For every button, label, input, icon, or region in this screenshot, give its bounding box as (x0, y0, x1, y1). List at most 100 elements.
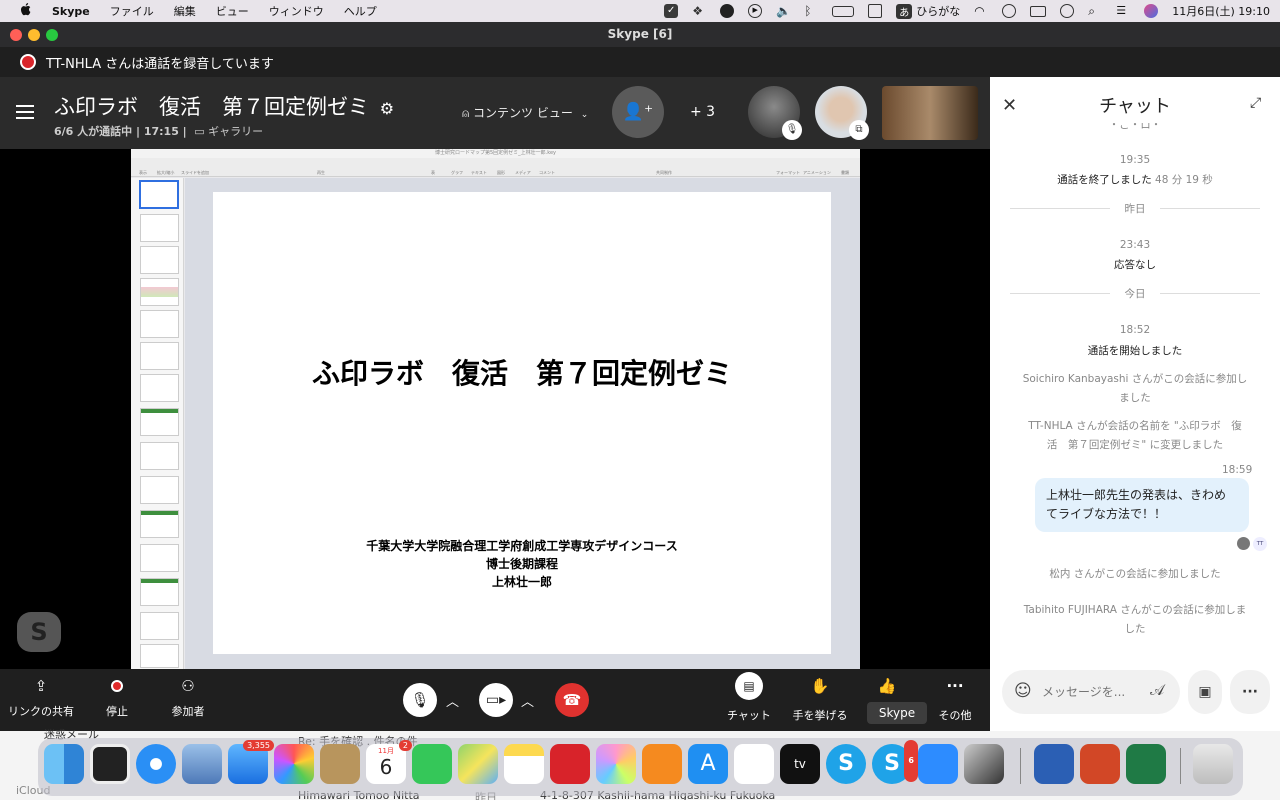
toolbar-shape[interactable]: 図形 (497, 170, 505, 176)
participant-avatar-2[interactable]: ⧉ (815, 86, 869, 140)
camera-button[interactable]: ▭▸ (479, 683, 513, 717)
toolbar-zoom[interactable]: 拡大/縮小 (157, 170, 174, 176)
menu-file[interactable]: ファイル (110, 3, 154, 19)
gallery-icon[interactable]: ▭ (194, 125, 204, 138)
share-link-button[interactable]: ⇪ リンクの共有 (1, 669, 81, 719)
mic-options-chevron-up-icon[interactable]: ︿ (446, 691, 459, 710)
end-call-button[interactable]: ☎ (555, 683, 589, 717)
maps-icon[interactable] (458, 744, 498, 784)
preview-icon[interactable] (182, 744, 222, 784)
checkmark-icon[interactable]: ✓ (664, 4, 679, 18)
toolbar-add-slide[interactable]: スライドを追加 (181, 170, 209, 176)
skype-dock-icon[interactable]: S (826, 744, 866, 784)
toolbar-media[interactable]: メディア (515, 170, 531, 176)
camera-options-chevron-up-icon[interactable]: ︿ (521, 691, 534, 710)
send-image-button[interactable]: ▣ (1188, 670, 1222, 714)
slide-thumbnail[interactable] (140, 510, 179, 538)
powerpoint-icon[interactable] (1080, 744, 1120, 784)
word-icon[interactable] (1034, 744, 1074, 784)
mission-control-icon[interactable] (90, 744, 130, 784)
microphone-button[interactable]: 🎙 (403, 683, 437, 717)
participant-avatar-1[interactable]: 🎙 (748, 86, 802, 140)
toolbar-collaborate[interactable]: 共同制作 (656, 170, 672, 176)
apple-menu[interactable] (20, 2, 32, 20)
emoji-icon[interactable]: ☺ (1014, 681, 1032, 701)
messages-icon[interactable] (412, 744, 452, 784)
mail-icon[interactable]: 3,355 (228, 740, 274, 784)
time-machine-icon[interactable] (1060, 4, 1075, 18)
toolbar-animate[interactable]: アニメーション (803, 170, 831, 176)
menu-window[interactable]: ウィンドウ (269, 3, 324, 19)
volume-icon[interactable]: 🔈 (776, 4, 791, 18)
app-store-icon[interactable]: A (688, 744, 728, 784)
slide-thumbnail[interactable] (140, 408, 179, 436)
slide-thumbnail[interactable] (140, 442, 179, 470)
add-participant-button[interactable]: 👤⁺ (612, 86, 664, 138)
menu-edit[interactable]: 編集 (174, 3, 196, 19)
excel-icon[interactable] (1126, 744, 1166, 784)
safari-icon[interactable] (136, 744, 176, 784)
trash-icon[interactable] (1193, 744, 1233, 784)
minimize-window-button[interactable] (28, 29, 40, 41)
play-icon[interactable]: ▶ (748, 4, 763, 18)
slide-thumbnail[interactable] (140, 612, 179, 640)
slide-thumbnail[interactable] (140, 544, 179, 572)
toolbar-format[interactable]: フォーマット (776, 170, 800, 176)
zoom-icon[interactable] (918, 744, 958, 784)
participants-button[interactable]: ⚇ 参加者 (148, 669, 228, 719)
skype-dock-icon-active[interactable]: S 6 (872, 740, 918, 784)
toolbar-play[interactable]: 再生 (317, 170, 325, 176)
slide-thumbnail[interactable] (139, 180, 179, 209)
toolbar-chart[interactable]: グラフ (451, 170, 463, 176)
dropbox-icon[interactable]: ❖ (692, 4, 706, 18)
keyboard-icon[interactable] (1030, 5, 1047, 17)
content-view-dropdown[interactable]: ⍝ コンテンツ ビュー ⌄ (462, 104, 588, 121)
slide-thumbnail[interactable] (140, 578, 179, 606)
more-options-button[interactable]: ··· その他 (915, 669, 995, 723)
chat-more-button[interactable]: ··· (1230, 670, 1270, 714)
notes-icon[interactable] (504, 744, 544, 784)
accessibility-icon[interactable] (720, 4, 735, 18)
slide-thumbnail[interactable] (140, 214, 179, 242)
chat-button[interactable]: ▤ チャット (709, 669, 789, 723)
toolbar-table[interactable]: 表 (431, 170, 435, 176)
bluetooth-icon[interactable]: ᛒ (804, 4, 818, 18)
slide-thumbnail[interactable] (140, 644, 179, 668)
toolbar-text[interactable]: テキスト (471, 170, 487, 176)
expand-chat-icon[interactable]: ⤢ (1250, 95, 1261, 111)
input-method-indicator[interactable]: あ ひらがな (896, 3, 960, 19)
slide-thumbnail[interactable] (140, 476, 179, 504)
zoom-window-button[interactable] (46, 29, 58, 41)
participant-video-tile[interactable] (882, 86, 978, 140)
menu-view[interactable]: ビュー (216, 3, 249, 19)
battery-icon[interactable] (832, 5, 855, 17)
photos-icon[interactable] (596, 744, 636, 784)
finder-icon[interactable] (44, 744, 84, 784)
gallery-link[interactable]: ギャラリー (208, 125, 263, 138)
menu-help[interactable]: ヘルプ (344, 3, 377, 19)
message-input[interactable] (1042, 681, 1137, 703)
slide-thumbnail[interactable] (140, 342, 179, 370)
slide-thumbnail[interactable] (140, 278, 179, 306)
toolbar-view[interactable]: 表示 (139, 170, 147, 176)
books-icon[interactable] (642, 744, 682, 784)
menu-app-skype[interactable]: Skype (52, 5, 90, 18)
chat-message-bubble[interactable]: 上林壮一郎先生の発表は、きわめ てライブな方法で！！ (1035, 478, 1249, 532)
wifi-icon[interactable]: ◠ (974, 4, 988, 18)
toolbar-comment[interactable]: コメント (539, 170, 555, 176)
more-participants-count[interactable]: + 3 (690, 104, 715, 120)
slide-thumbnail[interactable] (140, 374, 179, 402)
contacts-icon[interactable] (320, 744, 360, 784)
toolbar-document[interactable]: 書類 (841, 170, 849, 176)
stop-recording-button[interactable]: 停止 (77, 669, 157, 719)
text-format-icon[interactable]: 𝒜 (1150, 681, 1164, 699)
call-settings-gear-icon[interactable]: ⚙ (380, 99, 394, 118)
control-center-icon[interactable]: ☰ (1116, 4, 1130, 18)
slide-thumbnail[interactable] (140, 246, 179, 274)
user-icon[interactable] (1002, 4, 1017, 18)
menubar-clock[interactable]: 11月6日(土) 19:10 (1172, 3, 1270, 19)
close-window-button[interactable] (10, 29, 22, 41)
spotlight-search-icon[interactable]: ⌕ (1088, 4, 1102, 18)
siri-icon[interactable] (1144, 4, 1159, 18)
calendar-icon[interactable]: 11月 6 2 (366, 740, 412, 784)
